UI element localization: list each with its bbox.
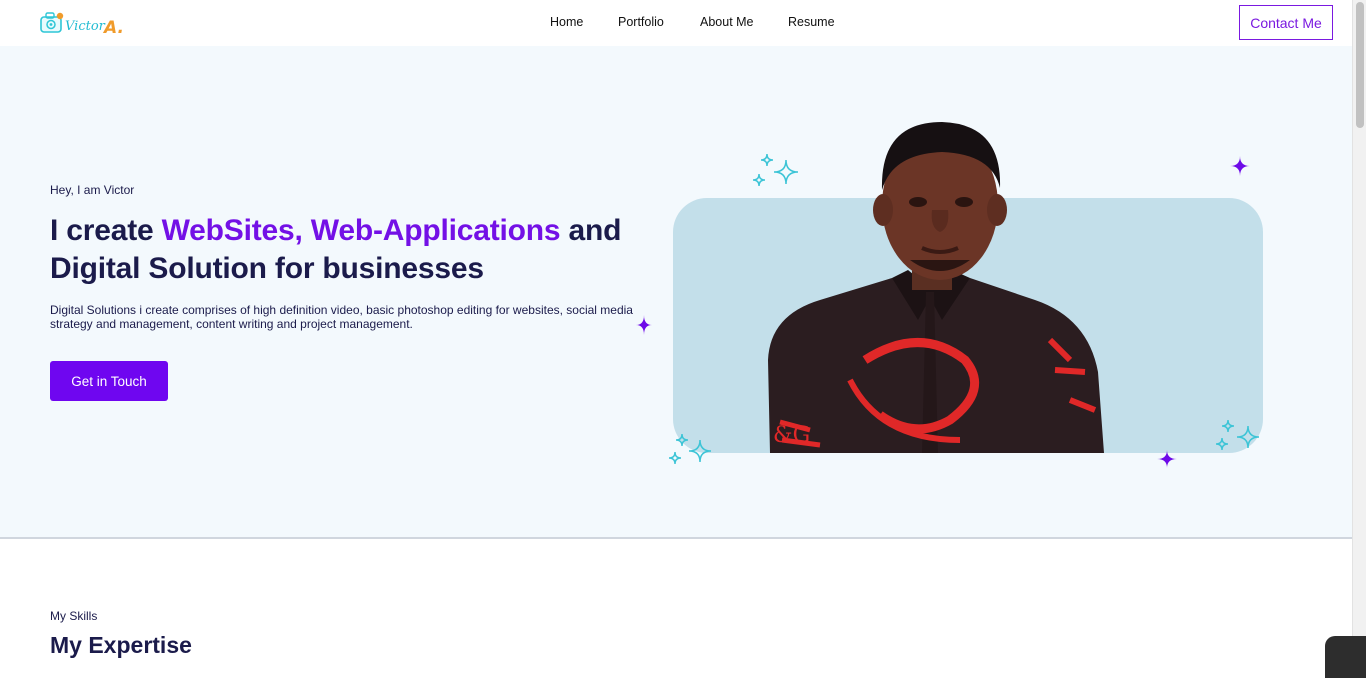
skills-kicker: My Skills [50, 609, 98, 623]
hero-portrait: &G [636, 122, 1263, 468]
main-nav: Home Portfolio About Me Resume [0, 0, 1352, 46]
nav-portfolio[interactable]: Portfolio [618, 15, 664, 29]
sparkle-purple [1230, 156, 1250, 176]
sparkle-teal-cluster [752, 153, 799, 187]
nav-home[interactable]: Home [550, 15, 583, 29]
get-in-touch-button[interactable]: Get in Touch [50, 361, 168, 401]
nav-resume[interactable]: Resume [788, 15, 835, 29]
contact-me-button[interactable]: Contact Me [1239, 5, 1333, 40]
svg-text:&G: &G [773, 423, 810, 448]
headline-prefix: I create [50, 214, 162, 247]
hero-description: Digital Solutions i create comprises of … [50, 303, 633, 331]
section-divider [0, 537, 1352, 539]
chat-widget[interactable] [1325, 636, 1366, 678]
skills-title: My Expertise [50, 632, 192, 658]
hero-greeting: Hey, I am Victor [50, 183, 135, 197]
hero-headline: I create WebSites, Web-Applications and … [50, 212, 660, 288]
site-header: Victor A. Home Portfolio About Me Resume… [0, 0, 1352, 46]
nav-about-me[interactable]: About Me [700, 15, 754, 29]
scrollbar-thumb[interactable] [1356, 2, 1364, 128]
page-scrollbar[interactable] [1352, 0, 1366, 678]
headline-accent: WebSites, Web-Applications [161, 214, 561, 247]
